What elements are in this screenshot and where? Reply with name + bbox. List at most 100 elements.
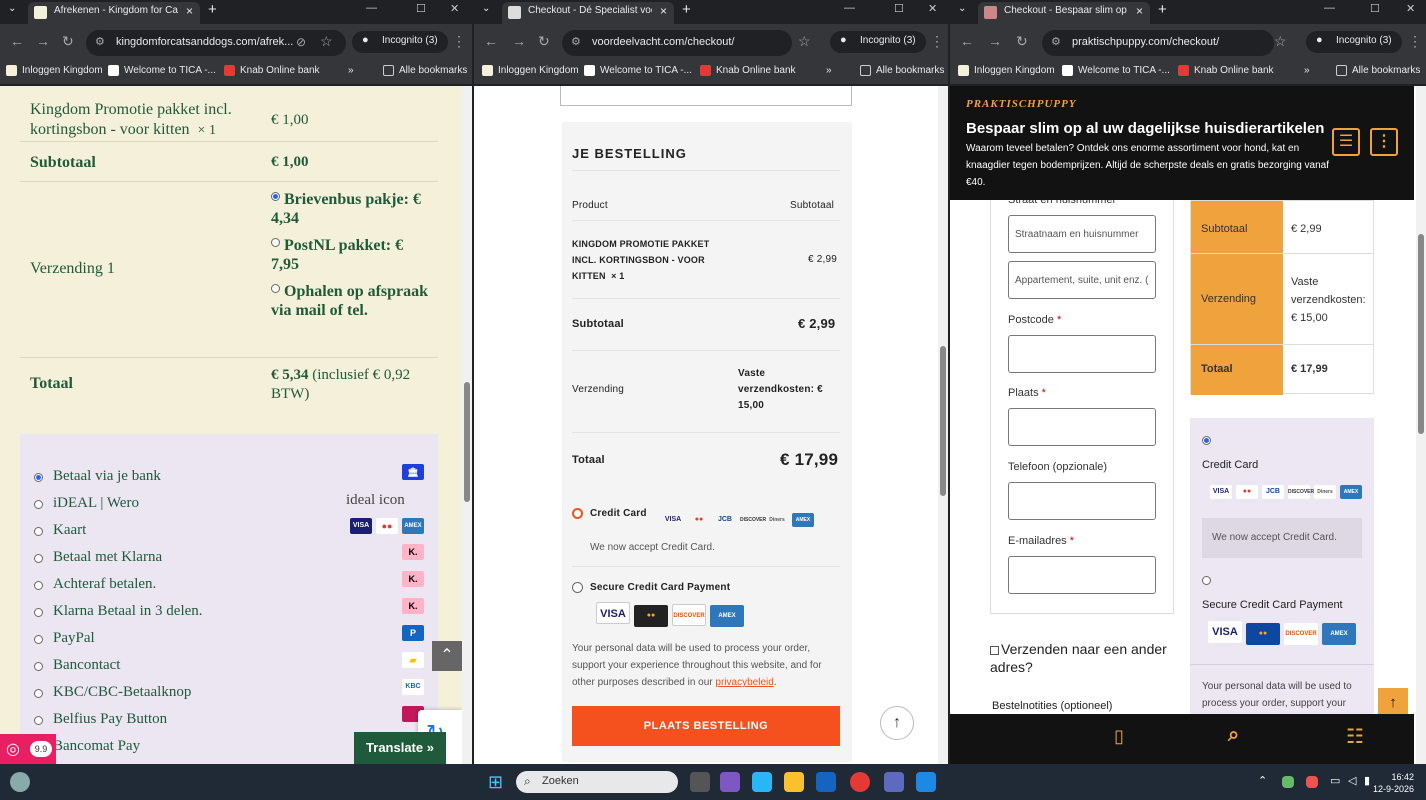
bookmark-item[interactable]: Knab Online bank (1178, 65, 1274, 76)
payment-option[interactable]: Achteraf betalen. (34, 576, 156, 593)
bookmarks-overflow-icon[interactable]: » (348, 65, 354, 76)
search-icon[interactable]: ⌕ (1228, 724, 1239, 747)
payment-option[interactable]: Kaart (34, 522, 86, 539)
network-icon[interactable]: ▭ (1330, 774, 1340, 787)
maximize-icon[interactable]: ☐ (416, 2, 426, 15)
menu-kebab-icon[interactable]: ⋮ (452, 33, 466, 50)
store-icon[interactable] (752, 772, 772, 792)
tray-app-icon[interactable] (1306, 776, 1318, 788)
file-explorer-icon[interactable] (784, 772, 804, 792)
payment-option[interactable]: Betaal met Klarna (34, 549, 162, 566)
postcode-input[interactable] (1008, 335, 1156, 373)
close-tab-icon[interactable]: × (186, 4, 193, 18)
minimize-icon[interactable]: — (1324, 2, 1335, 14)
new-tab-icon[interactable]: + (208, 1, 217, 18)
bookmark-item[interactable]: Welcome to TICA -... (1062, 65, 1170, 76)
radio-secure-card[interactable] (1202, 576, 1211, 585)
all-bookmarks[interactable]: Alle bookmarks (383, 65, 467, 76)
new-tab-icon[interactable]: + (682, 1, 691, 18)
close-window-icon[interactable]: ✕ (1406, 2, 1415, 15)
address-bar[interactable]: ⚙ praktischpuppy.com/checkout/ (1042, 30, 1274, 56)
bookmark-item[interactable]: Inloggen Kingdom (958, 65, 1055, 76)
all-bookmarks[interactable]: Alle bookmarks (860, 65, 944, 76)
maximize-icon[interactable]: ☐ (1370, 2, 1380, 15)
address-bar[interactable]: ⚙ kingdomforcatsanddogs.com/afrek... (86, 30, 346, 56)
site-info-icon[interactable]: ⚙ (1051, 35, 1061, 48)
apartment-input[interactable]: Appartement, suite, unit enz. ( (1008, 261, 1156, 299)
eye-off-icon[interactable]: ⊘ (296, 35, 306, 49)
tray-overflow-icon[interactable]: ⌃ (1258, 774, 1267, 787)
tab-search-icon[interactable]: ⌄ (482, 3, 490, 14)
all-bookmarks[interactable]: Alle bookmarks (1336, 65, 1420, 76)
list-menu-icon[interactable]: ☷ (1346, 724, 1364, 749)
bookmark-star-icon[interactable]: ☆ (320, 33, 333, 50)
menu-kebab-icon[interactable]: ⋮ (1408, 33, 1422, 50)
scrollbar[interactable] (938, 86, 948, 764)
more-menu-icon[interactable]: ⋮ (1370, 128, 1398, 156)
radio-credit-card[interactable] (1202, 436, 1211, 445)
back-icon[interactable]: ← (10, 33, 24, 49)
reload-icon[interactable]: ↻ (538, 33, 550, 50)
bookmarks-overflow-icon[interactable]: » (826, 65, 832, 76)
privacy-link[interactable]: privacybeleid (715, 677, 773, 688)
back-icon[interactable]: ← (484, 33, 498, 49)
site-logo[interactable]: PRAKTISCHPUPPY (966, 98, 1077, 110)
close-window-icon[interactable]: ✕ (928, 2, 937, 15)
payment-option[interactable]: Belfius Pay Button (34, 711, 167, 728)
forward-icon[interactable]: → (512, 33, 526, 49)
translate-button[interactable]: Translate » (354, 732, 446, 764)
scroll-top-button[interactable]: ↑ (880, 706, 914, 740)
radio-icon[interactable] (271, 238, 280, 247)
bookmarks-overflow-icon[interactable]: » (1304, 65, 1310, 76)
copilot-icon[interactable] (720, 772, 740, 792)
reload-icon[interactable]: ↻ (62, 33, 74, 50)
tray-app-icon[interactable] (1282, 776, 1294, 788)
browser-tab[interactable]: Afrekenen - Kingdom for Cats a × (28, 2, 200, 24)
tab-search-icon[interactable]: ⌄ (8, 3, 16, 14)
payment-option[interactable]: iDEAL | Wero (34, 495, 139, 512)
weather-icon[interactable] (10, 772, 30, 792)
payment-option[interactable]: KBC/CBC-Betaalknop (34, 684, 191, 701)
incognito-badge[interactable]: ● Incognito (3) (352, 31, 448, 53)
hamburger-menu-icon[interactable]: ☰ (1332, 128, 1360, 156)
maximize-icon[interactable]: ☐ (894, 2, 904, 15)
scrollbar[interactable] (1416, 86, 1426, 764)
bookmark-star-icon[interactable]: ☆ (798, 33, 811, 50)
bookmark-item[interactable]: Knab Online bank (224, 65, 320, 76)
street-input[interactable]: Straatnaam en huisnummer (1008, 215, 1156, 253)
radio-icon[interactable] (271, 284, 280, 293)
scrollbar[interactable] (462, 86, 472, 764)
shipping-option-pickup[interactable]: Ophalen op afspraak via mail of tel. (271, 282, 431, 320)
payment-option[interactable]: Bancontact (34, 657, 120, 674)
forward-icon[interactable]: → (988, 33, 1002, 49)
back-icon[interactable]: ← (960, 33, 974, 49)
address-bar[interactable]: ⚙ voordeelvacht.com/checkout/ (562, 30, 792, 56)
battery-icon[interactable]: ▮ (1364, 774, 1370, 787)
email-input[interactable] (1008, 556, 1156, 594)
radio-icon[interactable] (271, 192, 280, 201)
mobile-icon[interactable]: ▯ (1114, 726, 1124, 747)
minimize-icon[interactable]: — (844, 2, 855, 14)
shipping-option-brievenbus[interactable]: Brievenbus pakje: € 4,34 (271, 190, 431, 228)
word-icon[interactable] (916, 772, 936, 792)
radio-icon[interactable] (572, 582, 583, 593)
close-tab-icon[interactable]: × (1136, 4, 1143, 18)
taskbar-search[interactable]: ⌕ Zoeken (516, 771, 678, 793)
bookmark-item[interactable]: Knab Online bank (700, 65, 796, 76)
payment-option[interactable]: Betaal via je bank (34, 468, 161, 485)
rating-widget[interactable]: ◎ 9.9 (0, 734, 56, 764)
checkbox-icon[interactable] (990, 645, 999, 655)
city-input[interactable] (1008, 408, 1156, 446)
site-info-icon[interactable]: ⚙ (571, 35, 581, 48)
place-order-button[interactable]: PLAATS BESTELLING (572, 706, 840, 746)
tab-search-icon[interactable]: ⌄ (958, 3, 966, 14)
payment-option[interactable]: PayPal (34, 630, 95, 647)
close-tab-icon[interactable]: × (660, 4, 667, 18)
clock[interactable]: 16:42 12-9-2026 (1373, 771, 1414, 795)
incognito-badge[interactable]: ● Incognito (3) (830, 31, 926, 53)
bookmark-item[interactable]: Inloggen Kingdom (6, 65, 103, 76)
forward-icon[interactable]: → (36, 33, 50, 49)
shipping-option-postnl[interactable]: PostNL pakket: € 7,95 (271, 236, 431, 274)
scroll-top-button[interactable]: ⌃ (432, 641, 462, 671)
bookmark-star-icon[interactable]: ☆ (1274, 33, 1287, 50)
